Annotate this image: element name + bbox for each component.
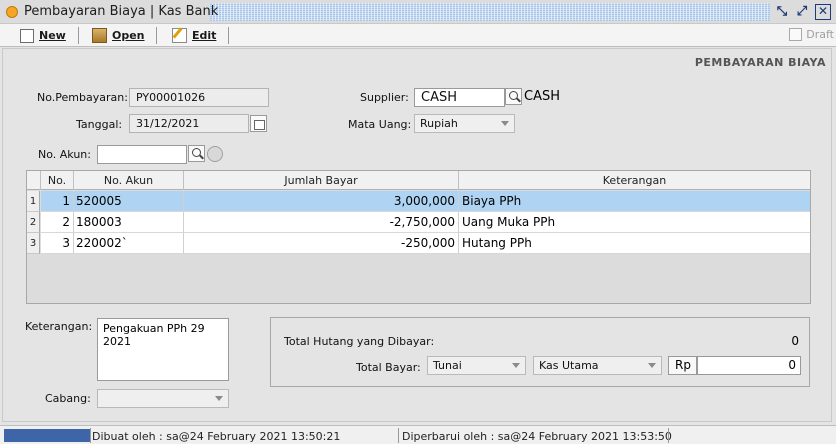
row-indicator-header	[27, 171, 41, 190]
cell-akun[interactable]: 520005	[74, 191, 184, 212]
mata-uang-select[interactable]: Rupiah	[414, 114, 515, 133]
status-divider	[398, 428, 399, 443]
row-number: 2	[27, 212, 40, 233]
search-icon[interactable]	[188, 145, 205, 162]
cell-jumlah[interactable]: -2,750,000	[184, 212, 459, 233]
cell-akun[interactable]: 180003	[74, 212, 184, 233]
cell-no[interactable]: 3	[41, 233, 74, 254]
draft-checkbox[interactable]: Draft	[789, 28, 834, 41]
keterangan-label: Keterangan:	[25, 320, 93, 333]
cell-keterangan[interactable]: Hutang PPh	[459, 233, 810, 254]
toolbar-divider	[228, 27, 229, 44]
column-header[interactable]: Keterangan	[459, 171, 810, 190]
column-header[interactable]: No.	[41, 171, 74, 190]
column-header[interactable]: No. Akun	[74, 171, 184, 190]
supplier-field[interactable]: CASH	[414, 88, 505, 107]
supplier-label: Supplier:	[360, 91, 409, 104]
app-icon	[6, 6, 18, 18]
page-title: PEMBAYARAN BIAYA	[694, 56, 826, 69]
chevron-down-icon	[648, 363, 656, 368]
table-row[interactable]: 3 3 220002` -250,000 Hutang PPh	[27, 233, 810, 254]
status-divider	[668, 428, 669, 443]
maximize-icon[interactable]: ⤢	[794, 4, 810, 20]
status-bar: Dibuat oleh : sa@24 February 2021 13:50:…	[0, 425, 836, 444]
cell-jumlah[interactable]: -250,000	[184, 233, 459, 254]
chevron-down-icon	[215, 396, 223, 401]
no-akun-label: No. Akun:	[38, 148, 91, 161]
total-hutang-value: 0	[791, 334, 799, 348]
no-pembayaran-label: No.Pembayaran:	[37, 91, 128, 104]
line-items-grid[interactable]: No. No. Akun Jumlah Bayar Keterangan 1 1…	[26, 170, 811, 304]
account-select[interactable]: Kas Utama	[533, 356, 662, 375]
chevron-down-icon	[501, 121, 509, 126]
chevron-down-icon	[512, 363, 520, 368]
toolbar: New Open Edit Draft	[0, 24, 836, 47]
edit-icon	[172, 28, 187, 43]
tanggal-label: Tanggal:	[76, 118, 123, 131]
cell-akun[interactable]: 220002`	[74, 233, 184, 254]
search-icon[interactable]	[505, 88, 522, 105]
toolbar-divider	[78, 27, 79, 44]
created-by-text: Dibuat oleh : sa@24 February 2021 13:50:…	[92, 430, 341, 443]
cell-no[interactable]: 1	[41, 191, 74, 212]
amount-field[interactable]: 0	[697, 356, 801, 375]
table-row[interactable]: 1 1 520005 3,000,000 Biaya PPh	[27, 191, 810, 212]
checkbox-icon	[789, 28, 803, 41]
cell-no[interactable]: 2	[41, 212, 74, 233]
payment-method-select[interactable]: Tunai	[427, 356, 526, 375]
cabang-label: Cabang:	[45, 392, 91, 405]
keterangan-textarea[interactable]: Pengakuan PPh 29 2021	[97, 318, 229, 381]
totals-panel: Total Hutang yang Dibayar: 0 Total Bayar…	[270, 317, 810, 387]
no-akun-input[interactable]	[97, 145, 187, 164]
new-button[interactable]: New	[20, 26, 66, 45]
cell-jumlah[interactable]: 3,000,000	[184, 191, 459, 212]
row-number: 1	[27, 191, 40, 212]
cell-keterangan[interactable]: Biaya PPh	[459, 191, 810, 212]
column-header[interactable]: Jumlah Bayar	[184, 171, 459, 190]
status-divider	[90, 428, 91, 443]
grid-header: No. No. Akun Jumlah Bayar Keterangan	[27, 171, 810, 190]
cell-keterangan[interactable]: Uang Muka PPh	[459, 212, 810, 233]
updated-by-text: Diperbarui oleh : sa@24 February 2021 13…	[402, 430, 672, 443]
tanggal-field[interactable]: 31/12/2021	[129, 114, 249, 133]
close-icon[interactable]: ✕	[815, 4, 831, 20]
no-pembayaran-field[interactable]: PY00001026	[129, 88, 269, 107]
window-title: Pembayaran Biaya | Kas Bank	[24, 4, 219, 19]
window-title-bar[interactable]: Pembayaran Biaya | Kas Bank ⤡ ⤢ ✕	[0, 0, 836, 24]
total-hutang-label: Total Hutang yang Dibayar:	[284, 335, 435, 348]
cabang-select[interactable]	[97, 389, 229, 408]
currency-label: Rp	[668, 356, 697, 375]
toolbar-divider	[156, 27, 157, 44]
table-row[interactable]: 2 2 180003 -2,750,000 Uang Muka PPh	[27, 212, 810, 233]
open-book-icon	[92, 28, 107, 43]
edit-button[interactable]: Edit	[172, 26, 216, 45]
total-bayar-label: Total Bayar:	[356, 361, 421, 374]
title-bar-pattern	[210, 3, 770, 21]
calendar-icon[interactable]	[250, 115, 267, 132]
status-indicator	[4, 429, 90, 442]
new-file-icon	[20, 28, 34, 43]
mata-uang-label: Mata Uang:	[348, 118, 412, 131]
restore-icon[interactable]: ⤡	[774, 4, 790, 20]
clear-icon[interactable]	[207, 146, 223, 162]
row-number: 3	[27, 233, 40, 254]
open-button[interactable]: Open	[92, 26, 145, 45]
supplier-name: CASH	[524, 89, 560, 104]
